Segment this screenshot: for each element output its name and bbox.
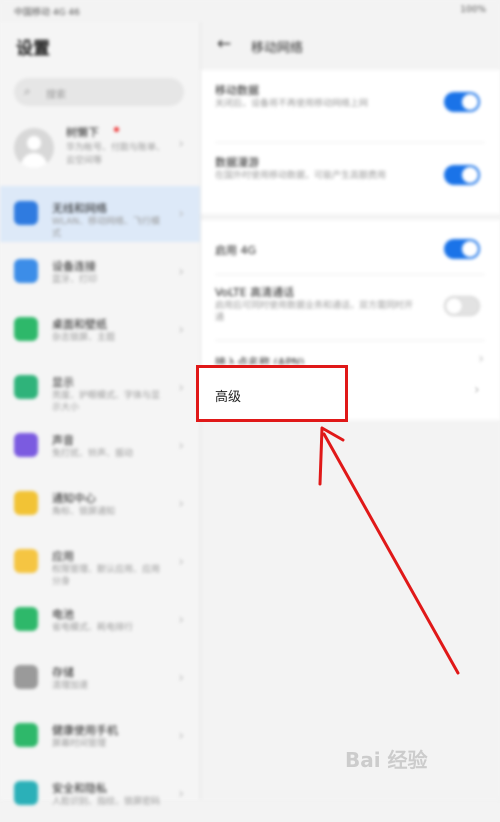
annotation-arrow	[318, 426, 460, 675]
watermark: Bai 经验	[345, 748, 428, 772]
